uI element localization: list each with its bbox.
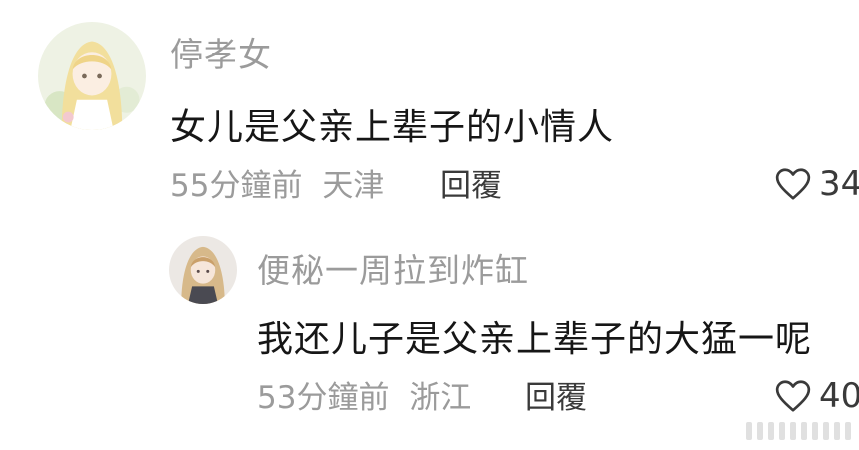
user-avatar[interactable] bbox=[169, 236, 237, 304]
heart-icon bbox=[775, 168, 811, 200]
watermark bbox=[691, 420, 851, 442]
comment-meta: 55分鐘前 天津 bbox=[170, 160, 394, 205]
heart-icon bbox=[775, 380, 811, 412]
comment-time: 55分鐘前 bbox=[170, 168, 303, 204]
comment-location: 天津 bbox=[322, 168, 385, 204]
anime-girl-avatar-icon bbox=[38, 22, 146, 130]
comment-username[interactable]: 停孝女 bbox=[170, 28, 272, 76]
comment-time: 53分鐘前 bbox=[257, 380, 390, 416]
user-avatar[interactable] bbox=[38, 22, 146, 130]
reply-button[interactable]: 回覆 bbox=[525, 372, 587, 417]
like-button[interactable]: 34 bbox=[773, 164, 859, 204]
comment-meta: 53分鐘前 浙江 bbox=[257, 372, 481, 417]
comment-username[interactable]: 便秘一周拉到炸缸 bbox=[257, 244, 529, 292]
like-button[interactable]: 40 bbox=[773, 376, 859, 416]
comment-text: 女儿是父亲上辈子的小情人 bbox=[170, 107, 615, 148]
like-count: 40 bbox=[819, 376, 859, 416]
reply-button[interactable]: 回覆 bbox=[440, 160, 502, 205]
comment-location: 浙江 bbox=[409, 380, 472, 416]
anime-girl-avatar-icon bbox=[169, 236, 237, 304]
comment-text: 我还儿子是父亲上辈子的大猛一呢 bbox=[257, 319, 813, 360]
like-count: 34 bbox=[819, 164, 859, 204]
